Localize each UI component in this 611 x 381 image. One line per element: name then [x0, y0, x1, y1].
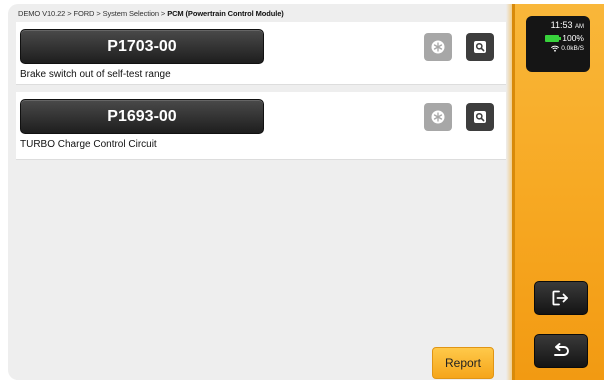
breadcrumb-current: PCM (Powertrain Control Module): [167, 9, 284, 18]
dtc-code[interactable]: P1703-00: [20, 29, 264, 64]
dtc-code[interactable]: P1693-00: [20, 99, 264, 134]
snowflake-icon: [431, 110, 445, 124]
help-search-button[interactable]: [466, 103, 494, 131]
breadcrumb-path: DEMO V10.22 > FORD > System Selection >: [18, 9, 168, 18]
help-search-button[interactable]: [466, 33, 494, 61]
status-ampm: AM: [575, 24, 584, 30]
dtc-row[interactable]: P1693-00 TURBO Charge Control Circuit: [16, 92, 510, 160]
status-time: 11:53 AM: [532, 20, 584, 30]
freeze-frame-button[interactable]: [424, 33, 452, 61]
exit-button[interactable]: [534, 281, 588, 315]
network-speed: 0.0kB/S: [561, 45, 584, 52]
search-icon: [474, 111, 486, 123]
back-arrow-icon: [554, 343, 569, 356]
back-button[interactable]: [534, 334, 588, 368]
status-battery: 100%: [532, 33, 584, 43]
snowflake-icon: [431, 40, 445, 54]
dtc-description: TURBO Charge Control Circuit: [20, 139, 157, 150]
dtc-row[interactable]: P1703-00 Brake switch out of self-test r…: [16, 22, 510, 85]
dtc-description: Brake switch out of self-test range: [20, 69, 171, 80]
status-network: 0.0kB/S: [532, 45, 584, 52]
status-box: 11:53 AM 100% 0.0kB/S: [526, 16, 590, 72]
breadcrumb: DEMO V10.22 > FORD > System Selection > …: [18, 9, 284, 21]
freeze-frame-button[interactable]: [424, 103, 452, 131]
diagnostic-screen: DEMO V10.22 > FORD > System Selection > …: [8, 4, 604, 380]
wifi-icon: [551, 45, 560, 52]
status-clock: 11:53: [550, 20, 573, 30]
search-icon: [474, 41, 486, 53]
battery-level: 100%: [562, 33, 584, 43]
exit-icon: [552, 290, 568, 306]
report-button[interactable]: Report: [432, 347, 494, 379]
battery-icon: [545, 34, 562, 42]
